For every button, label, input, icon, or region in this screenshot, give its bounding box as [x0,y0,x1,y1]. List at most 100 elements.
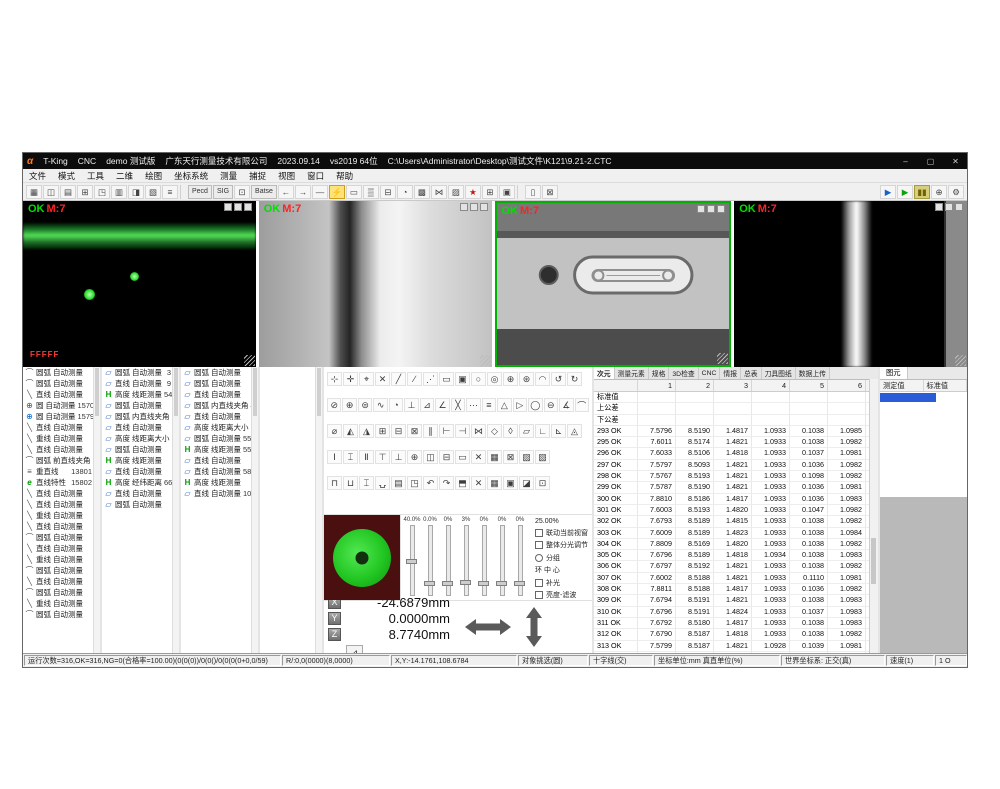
resize-grip-icon[interactable] [955,355,966,366]
cam-zoom-icon[interactable] [224,203,232,211]
measure-list-item[interactable]: ▱圆弧自动测量 [181,367,258,378]
scrollbar-thumb[interactable] [871,538,876,584]
geometry-tool-icon[interactable]: ◭ [343,424,358,438]
add-grid-button[interactable]: ⊞ [482,185,498,199]
geometry-tool-icon[interactable]: ⍽ [375,476,390,490]
table-row[interactable]: 309 OK7.67948.51911.48211.09330.10381.09… [594,595,878,606]
measure-list-item[interactable]: ▱圆弧内直线夹角 [102,411,179,422]
geometry-tool-icon[interactable]: ⊖ [544,398,558,412]
geometry-tool-icon[interactable]: ⊿ [420,398,434,412]
table-tab[interactable]: 刀具图纸 [762,367,796,379]
measure-list-item[interactable]: ╲直线自动测量 [23,499,100,510]
measure-list-item[interactable]: ▱直线自动测量9 [102,378,179,389]
table-row[interactable]: 314 OK7.88048.51881.48171.09330.10381.09… [594,652,878,653]
geometry-tool-icon[interactable]: ⊾ [551,424,566,438]
measure-list-item[interactable]: ▱圆弧自动测量 [102,400,179,411]
measure-list-item[interactable]: ╲直线自动测量 [23,543,100,554]
light-option[interactable]: 整体分光调节 [535,540,590,550]
resize-grip-icon[interactable] [480,355,491,366]
jog-horizontal-icon[interactable] [464,617,512,637]
geometry-tool-icon[interactable]: ✕ [375,372,390,386]
light-slider[interactable]: 3% [459,517,473,598]
table-row[interactable]: 308 OK7.88118.51881.48171.09330.10361.09… [594,584,878,595]
hatch-button[interactable]: ▨ [448,185,464,199]
measure-list-item[interactable]: ⌒圆弧自动测量 [23,587,100,598]
geometry-tool-icon[interactable]: ◯ [528,398,542,412]
menu-item[interactable]: 文件 [23,170,52,182]
merge-button[interactable]: ⊟ [380,185,396,199]
checkbox-icon[interactable] [535,529,543,537]
geometry-tool-icon[interactable]: ⊕ [503,372,518,386]
light-slider[interactable]: 0% [441,517,455,598]
measure-list-item[interactable]: ▱直线自动测量 [102,422,179,433]
geometry-tool-icon[interactable]: ∥ [423,424,438,438]
measure-list-item[interactable]: ▱圆弧内直线夹角41 [181,400,258,411]
geometry-tool-icon[interactable]: Ⅱ [359,450,374,464]
resize-grip-icon[interactable] [717,353,728,364]
table-tab[interactable]: 总表 [741,367,762,379]
light-slider-track[interactable] [428,525,433,596]
sig-button[interactable]: SIG [213,185,233,199]
add-measure-button[interactable]: ⊕ [931,185,947,199]
jog-vertical-icon[interactable] [524,606,544,648]
cam-grid-icon[interactable] [234,203,242,211]
geometry-tool-icon[interactable]: ◇ [487,424,502,438]
geometry-tool-icon[interactable]: ↺ [551,372,566,386]
pause-button[interactable]: ▮▮ [914,185,930,199]
light-option[interactable]: 环 中 心 [535,565,590,575]
mesh-button[interactable]: ▩ [414,185,430,199]
geometry-tool-icon[interactable]: ✕ [471,476,486,490]
measure-list-item[interactable]: ╲直线自动测量 [23,521,100,532]
table-row[interactable]: 296 OK7.60338.51061.48181.09330.10371.09… [594,448,878,459]
geometry-tool-icon[interactable]: ⊥ [404,398,418,412]
checkbox-icon[interactable] [535,579,543,587]
geometry-tool-icon[interactable]: Ⅰ [327,450,342,464]
table-row[interactable]: 311 OK7.67928.51801.48171.09330.10381.09… [594,618,878,629]
table-row[interactable]: 297 OK7.57978.50931.48211.09330.10361.09… [594,460,878,471]
cam-settings-icon[interactable] [955,203,963,211]
light-option[interactable]: 分组 [535,553,590,563]
measure-list-item[interactable]: ▱圆弧自动测量55 [181,433,258,444]
run-once-button[interactable]: ▶ [880,185,896,199]
measure-list-item[interactable]: ≡重直线13801 [23,466,100,477]
geometry-tool-icon[interactable]: ○ [471,372,486,386]
laser-button[interactable]: ⚡ [329,185,345,199]
measure-list-item[interactable]: ▱圆弧自动测量 [181,378,258,389]
measure-list-item[interactable]: ▱直线自动测量 [102,466,179,477]
table-row[interactable]: 310 OK7.67968.51911.48241.09330.10371.09… [594,607,878,618]
light-slider[interactable]: 0.0% [423,517,437,598]
cam-grid-icon[interactable] [945,203,953,211]
geometry-tool-icon[interactable]: ≡ [482,398,496,412]
measure-list-item[interactable]: ╲重线自动测量 [23,554,100,565]
geometry-tool-icon[interactable]: ⌖ [359,372,374,386]
light-slider-thumb[interactable] [496,581,507,586]
panel-toggle-button[interactable]: ◨ [128,185,144,199]
camera-view-4[interactable]: OKM:7 [734,201,967,367]
table-tab[interactable]: 3D检查 [669,367,698,379]
geometry-tool-icon[interactable]: ⊤ [375,450,390,464]
measure-list-item[interactable]: ▱直线自动测量58 [181,466,258,477]
light-slider[interactable]: 0% [513,517,527,598]
measure-list-item[interactable]: ⌒圆弧自动测量 [23,367,100,378]
light-option[interactable]: 亮度-滤波 [535,590,590,600]
light-slider-track[interactable] [482,525,487,596]
geometry-tool-icon[interactable]: ⊣ [455,424,470,438]
geometry-tool-icon[interactable]: ⊜ [358,398,372,412]
light-slider-track[interactable] [500,525,505,596]
menu-item[interactable]: 窗口 [301,170,330,182]
table-tab[interactable]: 测量元素 [615,367,649,379]
light-slider-track[interactable] [410,525,415,596]
menu-item[interactable]: 工具 [81,170,110,182]
list-view-button[interactable]: ▥ [111,185,127,199]
light-slider-thumb[interactable] [424,581,435,586]
geometry-tool-icon[interactable]: ∟ [535,424,550,438]
forward-button[interactable]: → [295,185,311,199]
light-slider-track[interactable] [518,525,523,596]
table-row[interactable]: 300 OK7.88108.51861.48171.09330.10361.09… [594,494,878,505]
close-button[interactable]: ✕ [948,157,963,166]
grid-view-button[interactable]: ⊞ [77,185,93,199]
geometry-tool-icon[interactable]: ▣ [455,372,470,386]
table-row[interactable]: 306 OK7.67978.51921.48211.09330.10381.09… [594,561,878,572]
measure-list-item[interactable]: ▱直线自动测量101 [181,488,258,499]
menu-item[interactable]: 捕捉 [243,170,272,182]
